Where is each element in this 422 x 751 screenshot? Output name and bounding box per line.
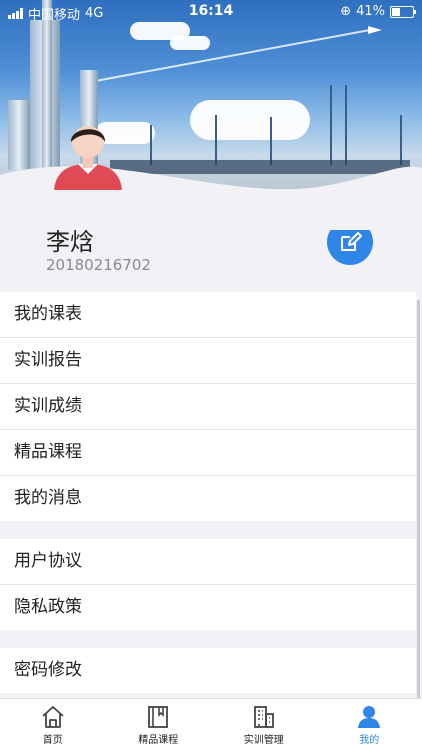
home-icon: [40, 705, 66, 729]
menu-item-privacy-policy[interactable]: 隐私政策: [0, 585, 416, 630]
scrollbar[interactable]: [417, 300, 420, 720]
book-icon: [145, 705, 171, 729]
status-bar: 中国移动 4G 16:14 ⊕ 41%: [0, 0, 422, 22]
tab-courses[interactable]: 精品课程: [106, 699, 212, 751]
tab-mine[interactable]: 我的: [317, 699, 422, 751]
menu-item-my-schedule[interactable]: 我的课表: [0, 292, 416, 338]
menu-item-my-messages[interactable]: 我的消息: [0, 476, 416, 521]
menu-item-user-agreement[interactable]: 用户协议: [0, 539, 416, 585]
menu-item-change-password[interactable]: 密码修改: [0, 648, 416, 693]
tab-bar: 首页 精品课程 实训管理 我的: [0, 698, 422, 751]
tab-home[interactable]: 首页: [0, 699, 106, 751]
orientation-lock-icon: ⊕: [340, 4, 351, 19]
avatar[interactable]: [52, 118, 124, 190]
menu-item-training-report[interactable]: 实训报告: [0, 338, 416, 384]
tab-label: 实训管理: [244, 731, 284, 746]
airplane-trail: [90, 20, 390, 90]
menu-group-legal: 用户协议 隐私政策: [0, 539, 416, 630]
menu-group-main: 我的课表 实训报告 实训成绩 精品课程 我的消息: [0, 292, 416, 521]
tab-label: 我的: [359, 731, 379, 746]
tab-label: 首页: [43, 731, 63, 746]
tab-label: 精品课程: [138, 731, 178, 746]
user-icon: [356, 705, 382, 729]
building-icon: [251, 705, 277, 729]
student-id: 20180216702: [46, 256, 151, 274]
cloud-shape: [190, 100, 310, 140]
building-shape: [42, 0, 52, 170]
battery-icon: [390, 6, 414, 18]
menu-group-account: 密码修改: [0, 648, 416, 693]
edit-icon: [338, 230, 362, 254]
tab-training[interactable]: 实训管理: [211, 699, 317, 751]
menu-item-training-score[interactable]: 实训成绩: [0, 384, 416, 430]
battery-percent: 41%: [356, 4, 385, 19]
menu-item-featured-courses[interactable]: 精品课程: [0, 430, 416, 476]
